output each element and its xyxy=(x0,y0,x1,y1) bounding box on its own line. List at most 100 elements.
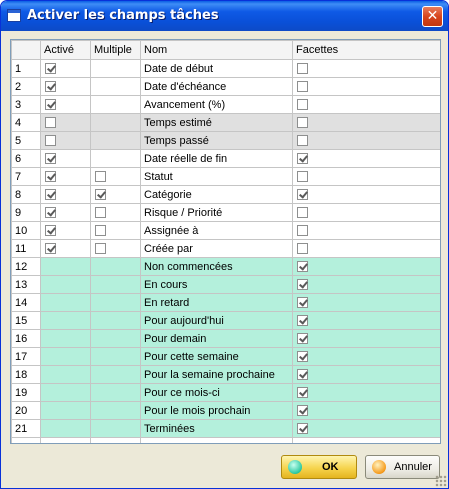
field-name: Pour cette semaine xyxy=(140,347,293,366)
facets-checkbox[interactable] xyxy=(297,189,308,201)
facets-cell xyxy=(292,275,440,294)
table-row[interactable]: 3 Avancement (%) xyxy=(11,95,440,114)
table-row[interactable]: 2 Date d'échéance xyxy=(11,77,440,96)
row-number: 13 xyxy=(11,275,41,294)
multiple-cell xyxy=(90,203,141,222)
column-header-facets[interactable]: Facettes xyxy=(292,40,440,60)
row-number: 7 xyxy=(11,167,41,186)
field-name: En cours xyxy=(140,275,293,294)
empty-cell xyxy=(90,437,141,443)
row-number: 9 xyxy=(11,203,41,222)
active-checkbox[interactable] xyxy=(45,117,56,129)
facets-checkbox[interactable] xyxy=(297,99,308,111)
multiple-cell xyxy=(90,185,141,204)
table-row[interactable]: 20 Pour le mois prochain xyxy=(11,401,440,420)
table-row[interactable]: 5 Temps passé xyxy=(11,131,440,150)
table-row[interactable]: 11 Créée par xyxy=(11,239,440,258)
active-checkbox[interactable] xyxy=(45,171,56,183)
row-number: 6 xyxy=(11,149,41,168)
facets-checkbox[interactable] xyxy=(297,351,308,363)
table-row[interactable]: 1 Date de début xyxy=(11,59,440,78)
facets-cell xyxy=(292,131,440,150)
facets-checkbox[interactable] xyxy=(297,297,308,309)
field-name: Date d'échéance xyxy=(140,77,293,96)
multiple-cell xyxy=(90,329,141,348)
multiple-checkbox[interactable] xyxy=(95,171,106,183)
table-row[interactable]: 13 En cours xyxy=(11,275,440,294)
facets-cell xyxy=(292,113,440,132)
active-checkbox[interactable] xyxy=(45,243,56,255)
multiple-checkbox[interactable] xyxy=(95,243,106,255)
active-cell xyxy=(40,131,91,150)
column-header-active[interactable]: Activé xyxy=(40,40,91,60)
field-name: Temps passé xyxy=(140,131,293,150)
table-row[interactable]: 14 En retard xyxy=(11,293,440,312)
multiple-checkbox[interactable] xyxy=(95,189,106,201)
table-row[interactable]: 16 Pour demain xyxy=(11,329,440,348)
facets-checkbox[interactable] xyxy=(297,405,308,417)
active-checkbox[interactable] xyxy=(45,99,56,111)
table-row[interactable]: 7 Statut xyxy=(11,167,440,186)
facets-cell xyxy=(292,239,440,258)
field-name: Risque / Priorité xyxy=(140,203,293,222)
table-row[interactable]: 15 Pour aujourd'hui xyxy=(11,311,440,330)
facets-checkbox[interactable] xyxy=(297,117,308,129)
facets-checkbox[interactable] xyxy=(297,63,308,75)
table-row[interactable]: 10 Assignée à xyxy=(11,221,440,240)
field-name: Avancement (%) xyxy=(140,95,293,114)
column-header-name[interactable]: Nom xyxy=(140,40,293,60)
row-number: 3 xyxy=(11,95,41,114)
active-checkbox[interactable] xyxy=(45,207,56,219)
table-row[interactable]: 6 Date réelle de fin xyxy=(11,149,440,168)
facets-cell xyxy=(292,95,440,114)
active-checkbox[interactable] xyxy=(45,153,56,165)
multiple-cell xyxy=(90,167,141,186)
ok-button[interactable]: OK xyxy=(281,455,357,479)
facets-checkbox[interactable] xyxy=(297,387,308,399)
facets-cell xyxy=(292,311,440,330)
resize-grip-icon[interactable] xyxy=(435,475,447,487)
table-row[interactable]: 17 Pour cette semaine xyxy=(11,347,440,366)
facets-checkbox[interactable] xyxy=(297,333,308,345)
facets-checkbox[interactable] xyxy=(297,369,308,381)
field-name: Pour la semaine prochaine xyxy=(140,365,293,384)
facets-checkbox[interactable] xyxy=(297,243,308,255)
row-number: 2 xyxy=(11,77,41,96)
facets-cell xyxy=(292,401,440,420)
table-row[interactable]: 8 Catégorie xyxy=(11,185,440,204)
facets-checkbox[interactable] xyxy=(297,171,308,183)
facets-checkbox[interactable] xyxy=(297,135,308,147)
active-cell xyxy=(40,221,91,240)
facets-checkbox[interactable] xyxy=(297,423,308,435)
facets-checkbox[interactable] xyxy=(297,279,308,291)
facets-checkbox[interactable] xyxy=(297,225,308,237)
multiple-checkbox[interactable] xyxy=(95,207,106,219)
table-row[interactable]: 18 Pour la semaine prochaine xyxy=(11,365,440,384)
table-row[interactable]: 21 Terminées xyxy=(11,419,440,438)
multiple-cell xyxy=(90,239,141,258)
active-checkbox[interactable] xyxy=(45,189,56,201)
active-checkbox[interactable] xyxy=(45,81,56,93)
table-row[interactable]: 19 Pour ce mois-ci xyxy=(11,383,440,402)
multiple-checkbox[interactable] xyxy=(95,225,106,237)
cancel-button[interactable]: Annuler xyxy=(365,455,440,479)
active-checkbox[interactable] xyxy=(45,225,56,237)
facets-cell xyxy=(292,59,440,78)
active-checkbox[interactable] xyxy=(45,135,56,147)
close-button[interactable]: ✕ xyxy=(422,6,443,27)
title-bar[interactable]: Activer les champs tâches ✕ xyxy=(1,1,448,31)
facets-checkbox[interactable] xyxy=(297,81,308,93)
facets-checkbox[interactable] xyxy=(297,261,308,273)
facets-checkbox[interactable] xyxy=(297,153,308,165)
table-row[interactable]: 9 Risque / Priorité xyxy=(11,203,440,222)
active-checkbox[interactable] xyxy=(45,63,56,75)
table-row[interactable]: 4 Temps estimé xyxy=(11,113,440,132)
window-title: Activer les champs tâches xyxy=(27,8,219,23)
table-row[interactable]: 12 Non commencées xyxy=(11,257,440,276)
facets-cell xyxy=(292,383,440,402)
row-number: 11 xyxy=(11,239,41,258)
column-header-multiple[interactable]: Multiple xyxy=(90,40,141,60)
facets-checkbox[interactable] xyxy=(297,315,308,327)
facets-cell xyxy=(292,347,440,366)
facets-checkbox[interactable] xyxy=(297,207,308,219)
